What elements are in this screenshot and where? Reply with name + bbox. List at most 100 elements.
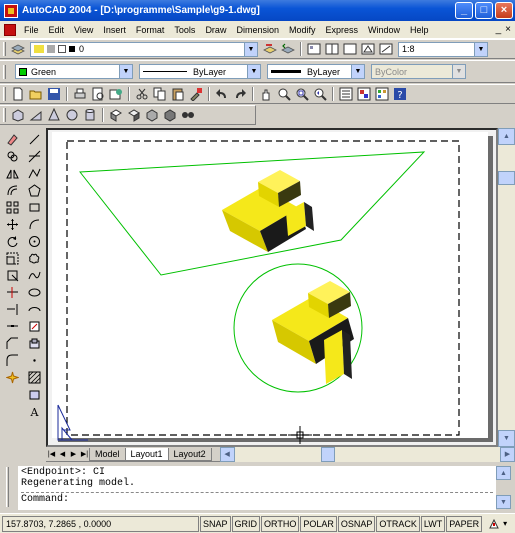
- drawing-area[interactable]: [46, 128, 498, 447]
- menu-express[interactable]: Express: [321, 25, 364, 35]
- menu-window[interactable]: Window: [363, 25, 405, 35]
- orbit-icon[interactable]: [180, 107, 196, 123]
- autocad-icon[interactable]: [4, 3, 18, 18]
- scroll-down-button[interactable]: ▼: [496, 495, 511, 509]
- stretch-icon[interactable]: [2, 267, 22, 284]
- toolbar-grip[interactable]: [3, 87, 6, 101]
- publish-icon[interactable]: [108, 86, 124, 102]
- tab-layout1[interactable]: Layout1: [124, 447, 169, 461]
- construction-line-icon[interactable]: [24, 148, 44, 165]
- make-current-layer-icon[interactable]: [262, 41, 278, 57]
- scroll-down-button[interactable]: ▼: [498, 430, 515, 447]
- shade-icon[interactable]: [108, 107, 124, 123]
- line-icon[interactable]: [24, 131, 44, 148]
- scale-viewport-icon[interactable]: [378, 41, 394, 57]
- multiline-text-icon[interactable]: A: [24, 403, 44, 420]
- viewports-icon[interactable]: [324, 41, 340, 57]
- menu-modify[interactable]: Modify: [284, 25, 321, 35]
- grid-toggle[interactable]: GRID: [231, 515, 261, 532]
- properties-palette-icon[interactable]: [338, 86, 354, 102]
- polygon-icon[interactable]: [24, 182, 44, 199]
- scale-icon[interactable]: [2, 250, 22, 267]
- cylinder-icon[interactable]: [82, 107, 98, 123]
- next-tab-icon[interactable]: ▶: [68, 449, 79, 460]
- erase-icon[interactable]: [2, 131, 22, 148]
- menu-help[interactable]: Help: [405, 25, 434, 35]
- zoom-window-icon[interactable]: [294, 86, 310, 102]
- print-icon[interactable]: [72, 86, 88, 102]
- make-block-icon[interactable]: [24, 335, 44, 352]
- copy-object-icon[interactable]: [2, 148, 22, 165]
- command-window-grip[interactable]: [4, 467, 14, 509]
- zoom-previous-icon[interactable]: [312, 86, 328, 102]
- arc-icon[interactable]: [24, 216, 44, 233]
- hatch-icon[interactable]: [24, 369, 44, 386]
- menu-draw[interactable]: Draw: [200, 25, 231, 35]
- mirror-icon[interactable]: [2, 165, 22, 182]
- zoom-realtime-icon[interactable]: [276, 86, 292, 102]
- chevron-down-icon[interactable]: ▼: [244, 42, 257, 56]
- paste-icon[interactable]: [170, 86, 186, 102]
- layer-manager-icon[interactable]: [10, 41, 26, 57]
- gouraud-icon[interactable]: [126, 107, 142, 123]
- undo-icon[interactable]: [214, 86, 230, 102]
- coordinate-display[interactable]: 157.8703, 7.2865 , 0.0000: [2, 515, 199, 532]
- copy-icon[interactable]: [152, 86, 168, 102]
- layer-dropdown[interactable]: 0 ▼: [30, 41, 258, 57]
- match-properties-icon[interactable]: [188, 86, 204, 102]
- ellipse-arc-icon[interactable]: [24, 301, 44, 318]
- otrack-toggle[interactable]: OTRACK: [376, 515, 420, 532]
- menu-insert[interactable]: Insert: [98, 25, 131, 35]
- toolbar-grip[interactable]: [3, 108, 6, 122]
- save-icon[interactable]: [46, 86, 62, 102]
- ortho-toggle[interactable]: ORTHO: [261, 515, 300, 532]
- region-icon[interactable]: [24, 386, 44, 403]
- chevron-down-icon[interactable]: ▼: [247, 65, 260, 78]
- cut-icon[interactable]: [134, 86, 150, 102]
- document-icon[interactable]: [4, 23, 16, 36]
- trim-icon[interactable]: [2, 284, 22, 301]
- toolbar-grip[interactable]: [3, 42, 6, 56]
- rotate-icon[interactable]: [2, 233, 22, 250]
- break-icon[interactable]: [2, 318, 22, 335]
- scroll-right-button[interactable]: ▶: [500, 446, 515, 462]
- array-icon[interactable]: [2, 199, 22, 216]
- open-folder-icon[interactable]: [28, 86, 44, 102]
- menu-format[interactable]: Format: [131, 25, 170, 35]
- wedge-icon[interactable]: [28, 107, 44, 123]
- new-file-icon[interactable]: [10, 86, 26, 102]
- prev-tab-icon[interactable]: ◀: [57, 449, 68, 460]
- scroll-left-button[interactable]: ◀: [219, 446, 235, 462]
- linetype-dropdown[interactable]: ByLayer ▼: [139, 64, 261, 79]
- box-solid-icon[interactable]: [10, 107, 26, 123]
- mdi-minimize-button[interactable]: _: [496, 24, 502, 35]
- layer-previous-icon[interactable]: [280, 41, 296, 57]
- menu-view[interactable]: View: [69, 25, 98, 35]
- menu-dimension[interactable]: Dimension: [231, 25, 284, 35]
- design-center-icon[interactable]: [356, 86, 372, 102]
- pan-icon[interactable]: [258, 86, 274, 102]
- communication-center-icon[interactable]: [488, 518, 500, 530]
- explode-icon[interactable]: [2, 369, 22, 386]
- help-icon[interactable]: ?: [392, 86, 408, 102]
- polyline-icon[interactable]: [24, 165, 44, 182]
- revcloud-icon[interactable]: [24, 250, 44, 267]
- close-button[interactable]: ×: [495, 2, 513, 19]
- chevron-down-icon[interactable]: ▼: [119, 65, 132, 78]
- chevron-down-icon[interactable]: ▼: [351, 65, 364, 78]
- mdi-close-button[interactable]: ×: [505, 24, 511, 35]
- insert-block-icon[interactable]: [24, 318, 44, 335]
- color-dropdown[interactable]: Green ▼: [15, 64, 133, 79]
- cone-icon[interactable]: [46, 107, 62, 123]
- chevron-down-icon[interactable]: ▼: [474, 42, 487, 56]
- polar-toggle[interactable]: POLAR: [300, 515, 337, 532]
- fillet-icon[interactable]: [2, 352, 22, 369]
- scroll-up-button[interactable]: ▲: [496, 466, 511, 480]
- first-tab-icon[interactable]: |◀: [46, 449, 57, 460]
- redo-icon[interactable]: [232, 86, 248, 102]
- lwt-toggle[interactable]: LWT: [420, 515, 446, 532]
- osnap-toggle[interactable]: OSNAP: [337, 515, 376, 532]
- lineweight-dropdown[interactable]: ByLayer ▼: [267, 64, 365, 79]
- move-icon[interactable]: [2, 216, 22, 233]
- offset-icon[interactable]: [2, 182, 22, 199]
